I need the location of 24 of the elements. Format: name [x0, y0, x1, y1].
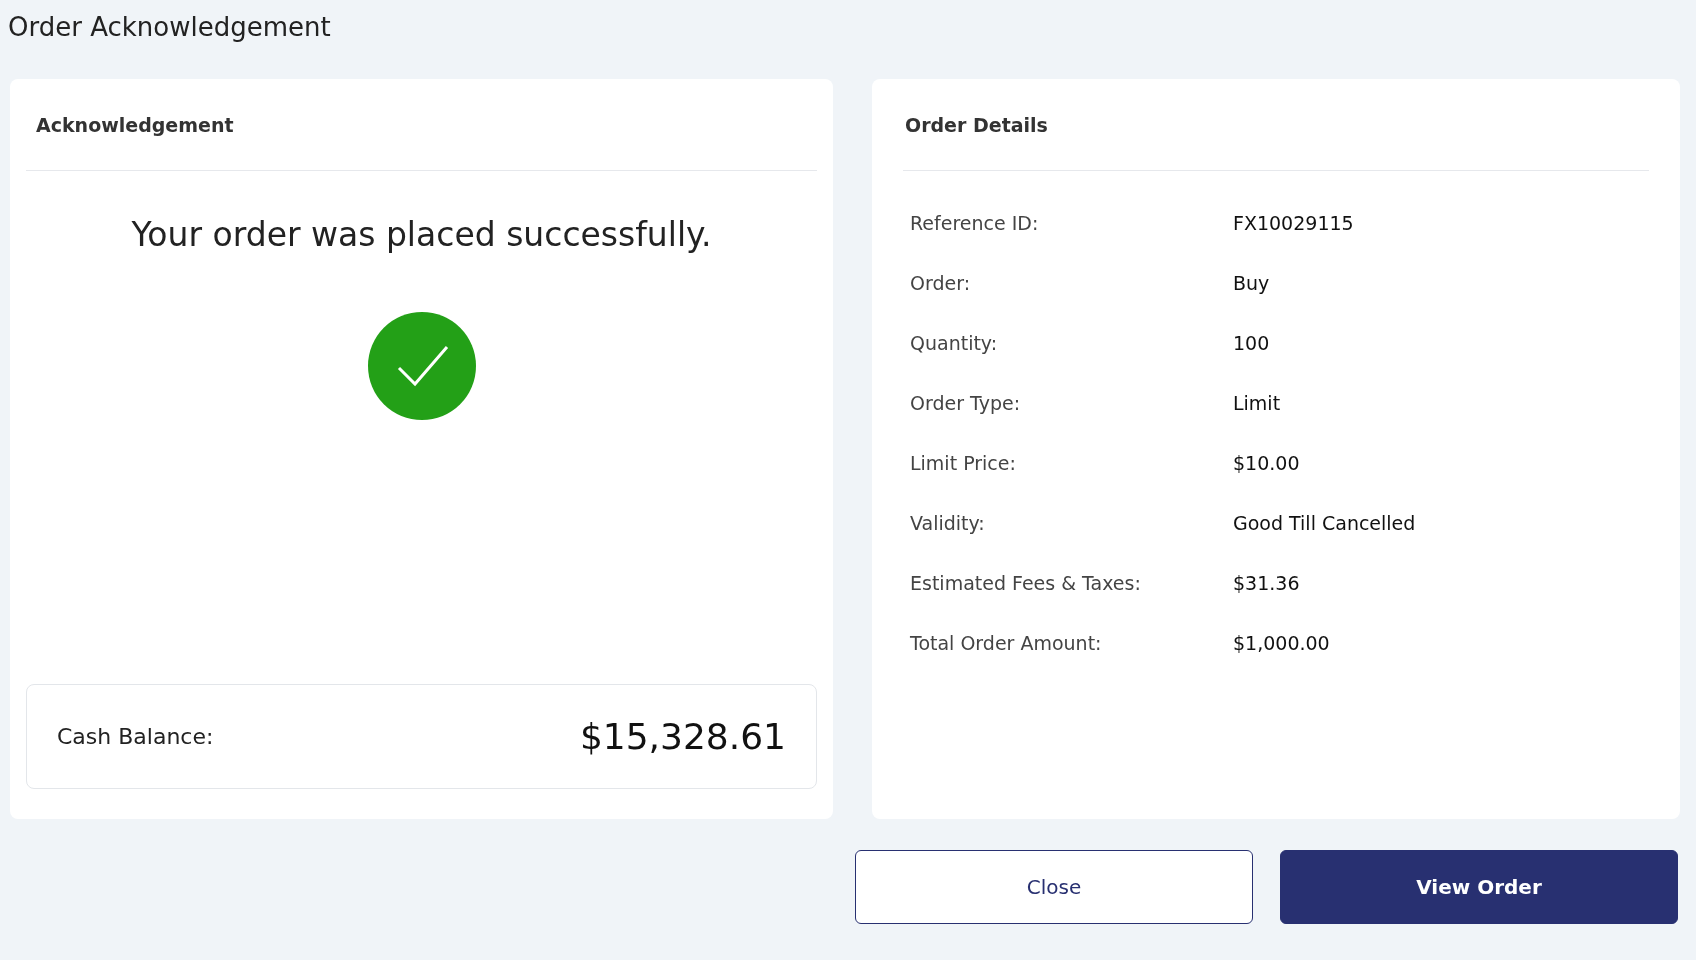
secondary-button[interactable]: Close — [855, 850, 1253, 924]
page-title: Order Acknowledgement — [7, 11, 331, 44]
success-message: Your order was placed successfully. — [131, 215, 712, 254]
card-heading: Acknowledgement — [36, 113, 234, 136]
detail-label: Estimated Fees & Taxes: — [910, 572, 1141, 594]
card-heading: Order Details — [905, 113, 1048, 136]
detail-value: Buy — [1233, 272, 1270, 294]
detail-value: Good Till Cancelled — [1233, 512, 1416, 534]
detail-label: Reference ID: — [910, 212, 1039, 234]
detail-value: 100 — [1233, 332, 1270, 354]
cash-balance-value: $15,328.61 — [579, 716, 786, 757]
detail-value: $1,000.00 — [1233, 632, 1330, 654]
detail-label: Validity: — [910, 512, 985, 534]
detail-label: Order: — [910, 272, 971, 294]
detail-value: $10.00 — [1233, 452, 1300, 474]
detail-value: $31.36 — [1233, 572, 1300, 594]
primary-button[interactable]: View Order — [1280, 850, 1678, 924]
cash-balance-label: Cash Balance: — [57, 724, 214, 749]
detail-value: Limit — [1233, 392, 1281, 414]
detail-label: Total Order Amount: — [910, 632, 1102, 654]
detail-label: Order Type: — [910, 392, 1021, 414]
detail-value: FX10029115 — [1233, 212, 1354, 234]
detail-label: Limit Price: — [910, 452, 1016, 474]
detail-label: Quantity: — [910, 332, 998, 354]
